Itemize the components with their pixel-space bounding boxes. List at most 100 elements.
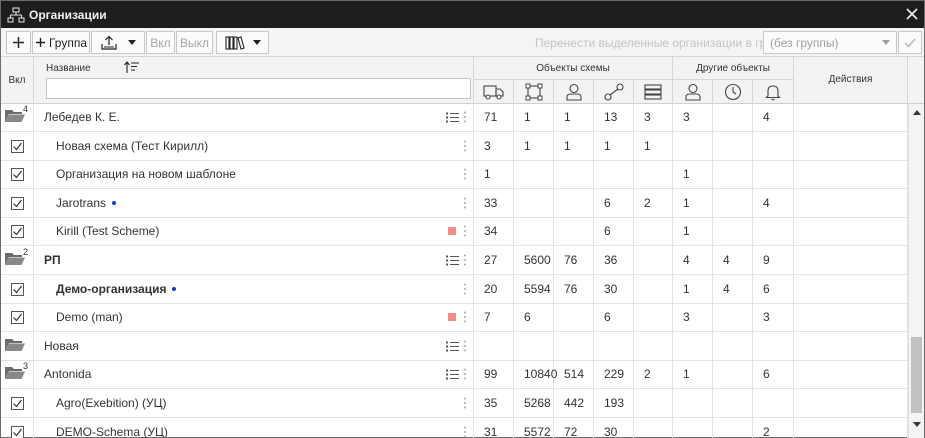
actions-cell[interactable] [794, 389, 908, 417]
list-icon[interactable] [446, 255, 460, 266]
vertical-scrollbar[interactable] [908, 104, 924, 438]
list-icon[interactable] [446, 341, 460, 352]
more-vertical-icon[interactable] [463, 283, 467, 295]
geozones-column-header[interactable] [514, 80, 554, 104]
actions-cell[interactable] [794, 189, 908, 217]
actions-cell[interactable] [794, 217, 908, 245]
folder-toggle[interactable]: 3 [4, 361, 28, 383]
actions-cell[interactable] [794, 332, 908, 360]
more-vertical-icon[interactable] [463, 140, 467, 152]
add-group-button[interactable]: Группа [32, 31, 90, 54]
enabled-checkbox[interactable] [10, 310, 24, 324]
list-icon[interactable] [446, 112, 460, 123]
more-vertical-icon[interactable] [463, 254, 467, 266]
organization-row[interactable]: Организация на новом шаблоне 1 1 [1, 160, 908, 189]
actions-cell[interactable] [794, 303, 908, 331]
enabled-checkbox[interactable] [10, 396, 24, 410]
more-vertical-icon[interactable] [463, 225, 467, 237]
folder-toggle[interactable]: 4 [4, 104, 28, 126]
enabled-checkbox-cell[interactable] [1, 217, 34, 245]
enabled-checkbox-cell[interactable] [1, 132, 34, 160]
organization-row[interactable]: Демо-организация 20 5594 76 30 1 4 6 [1, 275, 908, 304]
export-dropdown-button[interactable] [91, 31, 145, 54]
trailers-column-header[interactable] [634, 80, 673, 104]
more-vertical-icon[interactable] [463, 168, 467, 180]
folder-toggle[interactable]: 2 [4, 247, 28, 269]
enabled-checkbox[interactable] [10, 224, 24, 238]
name-cell[interactable]: Demo (man) [34, 303, 474, 331]
schedules-column-header[interactable] [713, 80, 753, 104]
group-folder-cell[interactable] [1, 332, 34, 360]
more-vertical-icon[interactable] [463, 197, 467, 209]
folder-toggle[interactable] [4, 337, 26, 355]
group-row[interactable]: 3 Antonida 99 10840 514 229 2 1 6 [1, 360, 908, 389]
more-vertical-icon[interactable] [463, 368, 467, 380]
scrollbar-thumb[interactable] [911, 337, 922, 413]
close-icon[interactable] [904, 6, 920, 22]
enabled-checkbox-cell[interactable] [1, 160, 34, 188]
organization-row[interactable]: Agro(Exebition) (УЦ) 35 5268 442 193 [1, 389, 908, 418]
disable-button[interactable]: Выкл [176, 31, 213, 54]
organization-row[interactable]: Kirill (Test Scheme) 34 6 1 [1, 217, 908, 246]
group-folder-cell[interactable]: 3 [1, 360, 34, 388]
name-cell[interactable]: Организация на новом шаблоне [34, 160, 474, 188]
enabled-checkbox[interactable] [10, 167, 24, 181]
enabled-checkbox[interactable] [10, 425, 24, 438]
organization-row[interactable]: Demo (man) 7 6 6 3 3 [1, 303, 908, 332]
organization-row[interactable]: Новая схема (Тест Кирилл) 3 1 1 1 1 [1, 132, 908, 161]
name-cell[interactable]: Новая схема (Тест Кирилл) [34, 132, 474, 160]
organization-row[interactable]: DEMO-Schema (УЦ) 31 5572 72 30 2 [1, 418, 908, 438]
enabled-checkbox-cell[interactable] [1, 303, 34, 331]
name-cell[interactable]: Демо-организация [34, 275, 474, 303]
more-vertical-icon[interactable] [463, 311, 467, 323]
group-row[interactable]: 2 РП 27 5600 76 36 4 4 9 [1, 246, 908, 275]
enabled-checkbox[interactable] [10, 139, 24, 153]
routes-column-header[interactable] [594, 80, 634, 104]
enabled-checkbox-cell[interactable] [1, 389, 34, 417]
enabled-checkbox-cell[interactable] [1, 418, 34, 438]
list-icon[interactable] [446, 369, 460, 380]
library-dropdown-button[interactable] [216, 31, 269, 54]
actions-cell[interactable] [794, 160, 908, 188]
name-cell[interactable]: Новая [34, 332, 474, 360]
group-row[interactable]: 4 Лебедев К. Е. 71 1 1 13 3 3 4 [1, 104, 908, 132]
notifications-count-cell [753, 160, 794, 188]
scroll-down-icon[interactable] [913, 422, 921, 427]
apply-move-button[interactable] [898, 31, 922, 54]
name-cell[interactable]: РП [34, 246, 474, 274]
name-cell[interactable]: Agro(Exebition) (УЦ) [34, 389, 474, 417]
group-folder-cell[interactable]: 2 [1, 246, 34, 274]
users-column-header[interactable] [673, 80, 713, 104]
more-vertical-icon[interactable] [463, 111, 467, 123]
name-cell[interactable]: Лебедев К. Е. [34, 104, 474, 131]
group-folder-cell[interactable]: 4 [1, 104, 34, 131]
actions-cell[interactable] [794, 104, 908, 131]
notifications-column-header[interactable] [753, 80, 794, 104]
enabled-checkbox-cell[interactable] [1, 189, 34, 217]
name-cell[interactable]: Kirill (Test Scheme) [34, 217, 474, 245]
add-button[interactable] [6, 31, 31, 54]
more-vertical-icon[interactable] [463, 426, 467, 438]
actions-cell[interactable] [794, 275, 908, 303]
sort-ascending-icon[interactable] [124, 61, 140, 74]
scroll-up-icon[interactable] [913, 110, 921, 115]
enabled-checkbox[interactable] [10, 196, 24, 210]
drivers-column-header[interactable] [554, 80, 594, 104]
more-vertical-icon[interactable] [463, 340, 467, 352]
name-filter-input[interactable] [46, 78, 471, 99]
actions-cell[interactable] [794, 418, 908, 438]
actions-cell[interactable] [794, 360, 908, 388]
more-vertical-icon[interactable] [463, 397, 467, 409]
target-group-select[interactable]: (без группы) [763, 31, 897, 54]
name-cell[interactable]: Antonida [34, 360, 474, 388]
enabled-checkbox-cell[interactable] [1, 275, 34, 303]
name-cell[interactable]: Jarotrans [34, 189, 474, 217]
enabled-checkbox[interactable] [10, 282, 24, 296]
group-row[interactable]: Новая [1, 332, 908, 361]
actions-cell[interactable] [794, 246, 908, 274]
enable-button[interactable]: Вкл [146, 31, 175, 54]
vehicles-column-header[interactable] [474, 80, 514, 104]
actions-cell[interactable] [794, 132, 908, 160]
name-cell[interactable]: DEMO-Schema (УЦ) [34, 418, 474, 438]
organization-row[interactable]: Jarotrans 33 6 2 1 4 [1, 189, 908, 218]
